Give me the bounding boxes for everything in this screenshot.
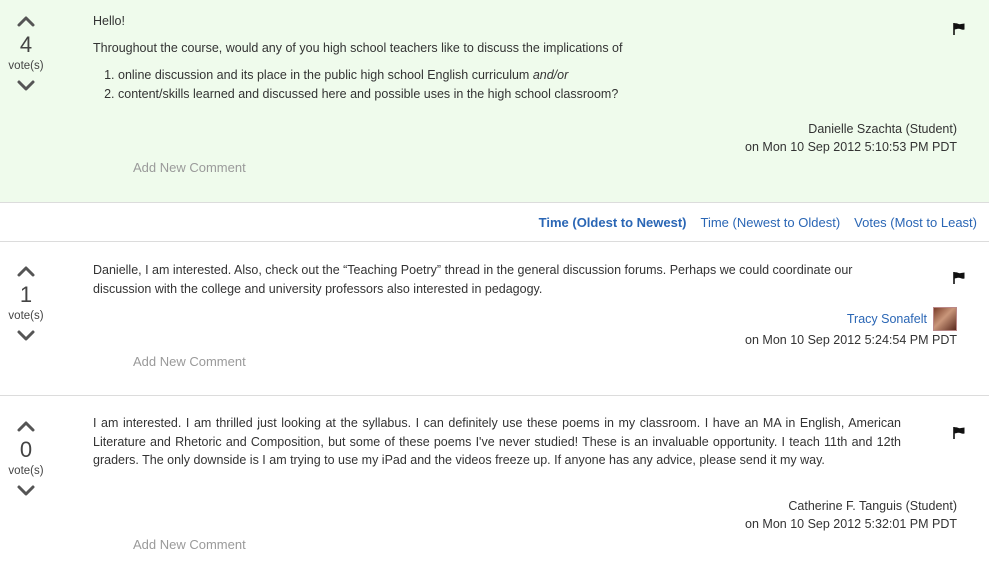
author-name: Danielle Szachta (Student) — [808, 122, 957, 136]
post-body: Hello! Throughout the course, would any … — [93, 12, 901, 104]
flag-icon[interactable] — [952, 271, 966, 285]
vote-count: 0 — [19, 437, 33, 462]
post-timestamp: on Mon 10 Sep 2012 5:24:54 PM PDT — [745, 333, 957, 347]
flag-icon[interactable] — [952, 22, 966, 36]
list-item-text: content/skills learned and discussed her… — [118, 87, 619, 101]
sort-bar: Time (Oldest to Newest) Time (Newest to … — [0, 203, 989, 242]
list-item-emphasis: and/or — [532, 68, 569, 82]
chevron-up-icon[interactable] — [15, 14, 37, 28]
post-body: I am interested. I am thrilled just look… — [93, 414, 901, 470]
add-comment-link[interactable]: Add New Comment — [133, 537, 246, 552]
post-list: online discussion and its place in the p… — [93, 66, 901, 104]
vote-widget: 4 vote(s) — [0, 14, 52, 93]
reply-post: 0 vote(s) I am interested. I am thrilled… — [0, 397, 989, 571]
discussion-thread: 4 vote(s) Hello! Throughout the course, … — [0, 0, 989, 571]
reply-post: 1 vote(s) Danielle, I am interested. Als… — [0, 242, 989, 396]
post-author-block: Catherine F. Tanguis (Student) on Mon 10… — [745, 497, 957, 533]
post-author-block: Tracy Sonafelt on Mon 10 Sep 2012 5:24:5… — [745, 307, 957, 349]
list-item-text: online discussion and its place in the p… — [118, 68, 533, 82]
chevron-down-icon[interactable] — [15, 79, 37, 93]
post-text: Danielle, I am interested. Also, check o… — [93, 263, 853, 296]
post-timestamp: on Mon 10 Sep 2012 5:32:01 PM PDT — [745, 517, 957, 531]
vote-label: vote(s) — [8, 465, 44, 477]
chevron-up-icon[interactable] — [15, 264, 37, 278]
post-text: I am interested. I am thrilled just look… — [93, 416, 901, 467]
post-intro: Throughout the course, would any of you … — [93, 40, 623, 55]
flag-icon[interactable] — [952, 426, 966, 440]
vote-widget: 0 vote(s) — [0, 419, 52, 498]
post-author-block: Danielle Szachta (Student) on Mon 10 Sep… — [745, 120, 957, 156]
list-item: content/skills learned and discussed her… — [118, 85, 901, 104]
original-post: 4 vote(s) Hello! Throughout the course, … — [0, 0, 989, 203]
author-name-link[interactable]: Tracy Sonafelt — [847, 310, 927, 328]
author-name: Catherine F. Tanguis (Student) — [788, 499, 957, 513]
sort-newest-link[interactable]: Time (Newest to Oldest) — [700, 215, 840, 230]
sort-options: Time (Oldest to Newest) Time (Newest to … — [539, 215, 977, 230]
post-greeting: Hello! — [93, 14, 125, 28]
vote-label: vote(s) — [8, 60, 44, 72]
sort-votes-link[interactable]: Votes (Most to Least) — [854, 215, 977, 230]
post-body: Danielle, I am interested. Also, check o… — [93, 261, 901, 298]
chevron-down-icon[interactable] — [15, 329, 37, 343]
sort-oldest-link[interactable]: Time (Oldest to Newest) — [539, 215, 687, 230]
chevron-up-icon[interactable] — [15, 419, 37, 433]
chevron-down-icon[interactable] — [15, 484, 37, 498]
add-comment-link[interactable]: Add New Comment — [133, 160, 246, 175]
avatar[interactable] — [933, 307, 957, 331]
vote-count: 1 — [19, 282, 33, 307]
post-timestamp: on Mon 10 Sep 2012 5:10:53 PM PDT — [745, 140, 957, 154]
vote-label: vote(s) — [8, 310, 44, 322]
vote-count: 4 — [19, 32, 33, 57]
vote-widget: 1 vote(s) — [0, 264, 52, 343]
add-comment-link[interactable]: Add New Comment — [133, 354, 246, 369]
author-row: Tracy Sonafelt — [745, 307, 957, 331]
list-item: online discussion and its place in the p… — [118, 66, 901, 85]
